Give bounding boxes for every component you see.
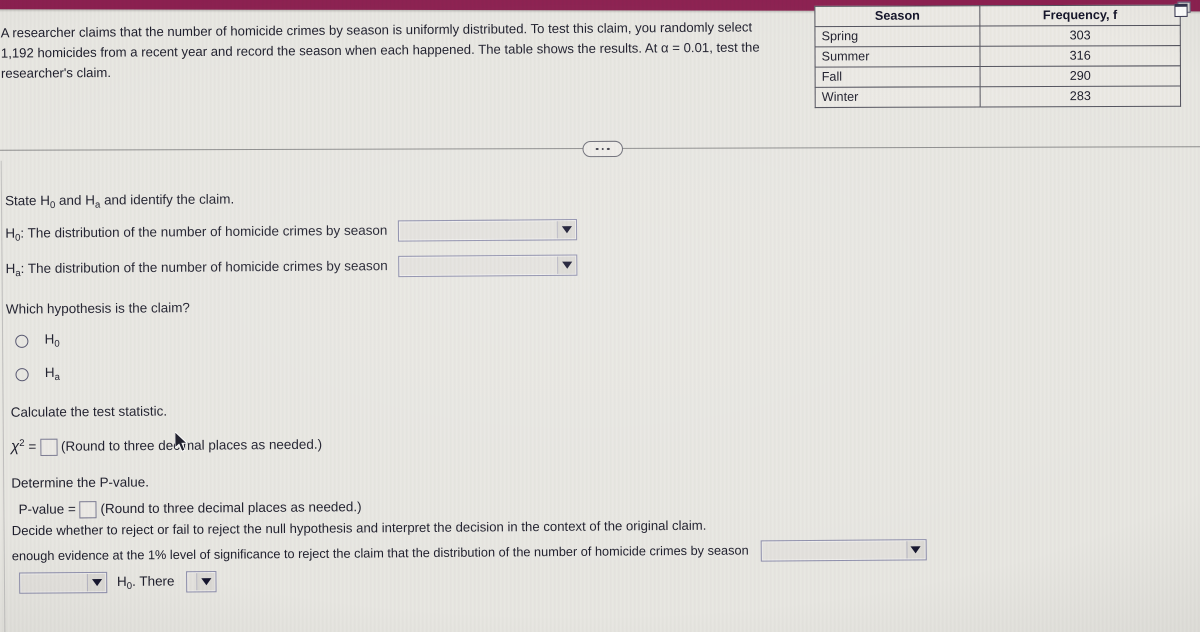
frequency-table: Season Frequency, f Spring 303 Summer 31… <box>814 4 1182 109</box>
chi-exponent: 2 <box>19 437 25 450</box>
cell-season: Spring <box>814 26 980 47</box>
chevron-down-icon[interactable] <box>905 541 925 559</box>
ha-distribution-dropdown[interactable] <box>398 254 578 278</box>
ellipsis-dot <box>595 147 599 151</box>
radio-option-ha[interactable]: Ha <box>15 365 60 384</box>
popout-window-front-frame <box>1174 3 1188 17</box>
h0-statement-text: : The distribution of the number of homi… <box>20 222 388 241</box>
cell-season: Summer <box>815 46 981 68</box>
h0-subscript: 0 <box>49 199 56 212</box>
chi-round-note: (Round to three decimal places as needed… <box>60 436 323 454</box>
decision-heading: Decide whether to reject or fail to reje… <box>11 517 707 539</box>
determine-pvalue-heading: Determine the P-value. <box>11 474 149 491</box>
state-hypotheses-heading: State H0 and Ha and identify the claim. <box>4 191 235 212</box>
table-row: Winter 283 <box>815 86 1181 108</box>
conclusion-text-row: enough evidence at the 1% level of signi… <box>12 539 927 567</box>
radio-option-h0[interactable]: H0 <box>15 331 60 350</box>
pvalue-row: P-value = (Round to three decimal places… <box>19 498 362 519</box>
ha-subscript: a <box>94 199 101 211</box>
column-header-frequency: Frequency, f <box>979 5 1181 27</box>
decision-h0-label: H0. There <box>116 573 175 592</box>
calculate-test-statistic-heading: Calculate the test statistic. <box>10 403 168 420</box>
reject-decision-dropdown[interactable] <box>19 571 108 594</box>
ellipsis-dot <box>601 147 605 151</box>
pvalue-input[interactable] <box>79 501 97 519</box>
chi-square-input[interactable] <box>39 438 58 456</box>
cell-frequency: 283 <box>980 86 1181 107</box>
chevron-down-icon[interactable] <box>557 256 576 274</box>
null-hypothesis-row: H0: The distribution of the number of ho… <box>5 219 578 247</box>
radio-button-h0[interactable] <box>15 334 29 348</box>
cell-frequency: 316 <box>979 45 1181 67</box>
radio-label-ha: Ha <box>44 364 61 384</box>
cell-frequency: 303 <box>979 25 1181 47</box>
popout-window-icon[interactable] <box>1174 1 1191 17</box>
cell-frequency: 290 <box>980 65 1181 87</box>
ellipsis-dot <box>607 147 610 151</box>
cell-season: Winter <box>815 86 981 108</box>
chi-square-row: χ2 = (Round to three decimal places as n… <box>11 433 322 457</box>
radio-label-h0: H0 <box>44 331 60 350</box>
conclusion-dropdown[interactable] <box>760 539 927 562</box>
h0-label: H <box>5 225 16 241</box>
radio-button-ha[interactable] <box>15 367 29 381</box>
table-header-row: Season Frequency, f <box>814 5 1181 27</box>
expand-ellipsis-button[interactable] <box>582 140 624 158</box>
chi-equals-sign: = <box>28 438 37 455</box>
radio-ha-subscript: a <box>54 371 61 384</box>
column-header-season: Season <box>814 5 980 27</box>
conclusion-text: enough evidence at the 1% level of signi… <box>11 543 749 564</box>
chevron-down-icon[interactable] <box>86 573 106 592</box>
alternative-hypothesis-row: Ha: The distribution of the number of ho… <box>5 254 578 282</box>
cell-season: Fall <box>815 66 981 88</box>
table-row: Summer 316 <box>815 45 1181 68</box>
evidence-dropdown[interactable] <box>186 571 217 593</box>
problem-statement: A researcher claims that the number of h… <box>0 19 760 81</box>
worksheet-screenshot: A researcher claims that the number of h… <box>0 0 1200 632</box>
table-row: Fall 290 <box>815 65 1181 88</box>
chevron-down-icon[interactable] <box>196 573 215 591</box>
which-hypothesis-heading: Which hypothesis is the claim? <box>5 299 190 317</box>
mouse-pointer <box>174 431 189 453</box>
ha-statement-text: : The distribution of the number of homi… <box>20 257 388 277</box>
pvalue-round-note: (Round to three decimal places as needed… <box>100 499 362 517</box>
chevron-down-icon[interactable] <box>557 221 576 239</box>
radio-h0-subscript: 0 <box>54 338 60 350</box>
pvalue-label: P-value = <box>18 501 76 517</box>
ha-label: H <box>5 260 16 277</box>
decision-controls-row: H0. There <box>19 571 217 596</box>
h0-distribution-dropdown[interactable] <box>398 219 578 242</box>
table-row: Spring 303 <box>814 25 1181 47</box>
